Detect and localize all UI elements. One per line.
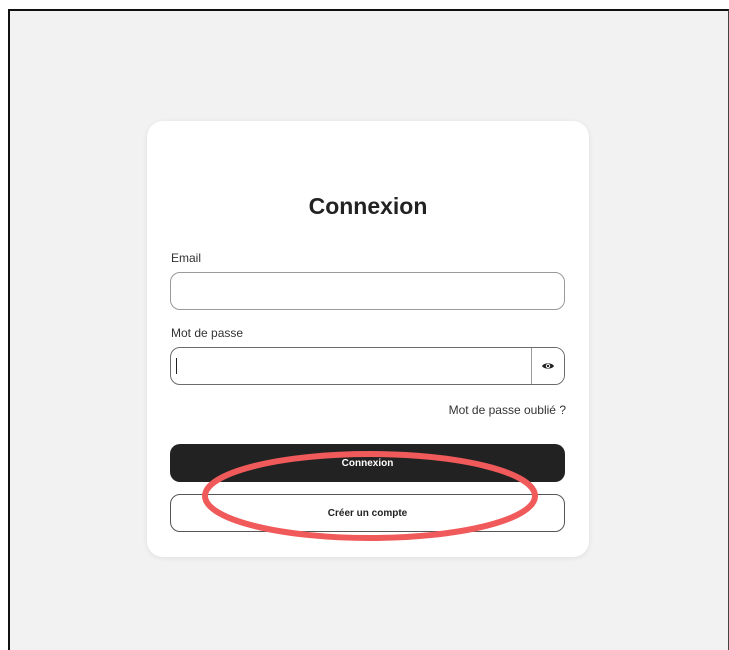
eye-icon [542,363,554,369]
email-label: Email [171,251,202,265]
text-cursor [176,358,177,374]
forgot-password-link[interactable]: Mot de passe oublié ? [449,403,566,417]
login-card: Connexion Email Mot de passe Mot de pass… [147,121,589,557]
password-field[interactable] [170,347,565,385]
password-label: Mot de passe [171,326,244,340]
page-background: Connexion Email Mot de passe Mot de pass… [8,9,729,650]
create-account-button[interactable]: Créer un compte [170,494,565,532]
email-input[interactable] [170,272,565,310]
password-input[interactable] [171,348,531,384]
login-button[interactable]: Connexion [170,444,565,482]
page-title: Connexion [308,193,428,219]
toggle-password-visibility-button[interactable] [531,348,564,384]
